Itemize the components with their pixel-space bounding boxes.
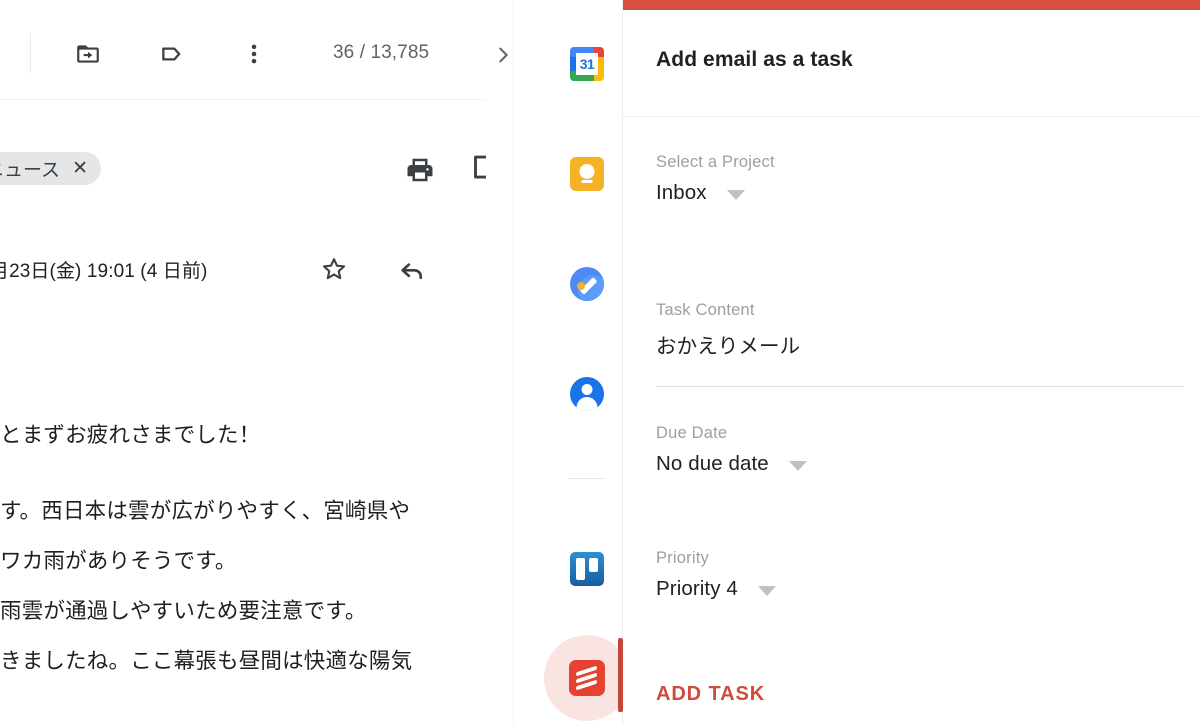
message-body-line: とまずお疲れさまでした！ [0, 423, 261, 447]
open-in-new-icon[interactable] [470, 152, 486, 188]
due-date-value[interactable]: No due date [656, 452, 769, 476]
chevron-down-icon[interactable] [789, 460, 808, 471]
vertical-scrollbar[interactable] [490, 99, 513, 725]
addon-rail: 31 [513, 0, 630, 725]
chevron-down-icon[interactable] [727, 189, 746, 200]
todoist-addon-panel: Add email as a task Select a Project Inb… [618, 0, 1200, 725]
rail-item-trello[interactable] [564, 546, 610, 592]
google-tasks-icon [570, 267, 604, 301]
field-priority: Priority Priority 4 [656, 549, 777, 601]
task-content-underline [656, 386, 1184, 387]
gmail-toolbar: 36 / 13,785 [0, 0, 513, 100]
message-body-line: ワカ雨がありそうです。 [0, 549, 237, 573]
rail-item-google-calendar[interactable]: 31 [564, 41, 610, 87]
google-contacts-icon [570, 377, 604, 411]
more-vert-icon[interactable] [234, 34, 274, 74]
chevron-right-icon[interactable] [498, 44, 512, 66]
label-icon[interactable] [152, 34, 192, 74]
rail-item-todoist[interactable] [564, 655, 610, 701]
field-task-content: Task Content おかえりメール [656, 301, 800, 359]
star-outline-icon[interactable] [314, 252, 354, 286]
field-label: Select a Project [656, 153, 775, 171]
chevron-down-icon[interactable] [758, 585, 777, 596]
print-icon[interactable] [400, 152, 440, 188]
gmail-message-pane: 36 / 13,785 ーニュース ✕ 月23日(金) 19:01 (4 [0, 0, 513, 725]
field-due-date: Due Date No due date [656, 424, 808, 476]
message-body-line: きましたね。ここ幕張も昼間は快適な陽気 [0, 649, 413, 673]
rail-item-google-contacts[interactable] [564, 371, 610, 417]
toolbar-bottom-divider [0, 99, 486, 100]
add-task-button[interactable]: ADD TASK [656, 683, 765, 706]
message-body-line: す。西日本は雲が広がりやすく、宮崎県や [0, 499, 411, 523]
calendar-day-number: 31 [576, 53, 598, 75]
message-date: 月23日(金) 19:01 (4 日前) [0, 261, 208, 282]
screen: 36 / 13,785 ーニュース ✕ 月23日(金) 19:01 (4 [0, 0, 1200, 725]
project-value[interactable]: Inbox [656, 181, 707, 205]
panel-accent-bar [623, 0, 1200, 10]
rail-divider [569, 478, 605, 479]
google-calendar-icon: 31 [570, 47, 604, 81]
message-label-chip-text: ーニュース [0, 160, 61, 181]
message-label-chip[interactable]: ーニュース ✕ [0, 152, 101, 185]
panel-title: Add email as a task [656, 48, 853, 71]
rail-item-google-keep[interactable] [564, 151, 610, 197]
field-label: Task Content [656, 301, 755, 319]
close-icon[interactable]: ✕ [72, 159, 88, 178]
reply-icon[interactable] [392, 252, 432, 286]
rail-item-google-tasks[interactable] [564, 261, 610, 307]
panel-active-indicator [618, 638, 623, 712]
toolbar-divider [30, 33, 31, 73]
field-select-a-project: Select a Project Inbox [656, 153, 775, 205]
message-body-line: 雨雲が通過しやすいため要注意です。 [0, 599, 367, 623]
message-body-spacer [0, 460, 490, 486]
panel-title-divider [623, 116, 1200, 117]
message-body: とまずお疲れさまでした！ す。西日本は雲が広がりやすく、宮崎県や ワカ雨がありそ… [0, 410, 490, 686]
field-label: Priority [656, 549, 709, 567]
trello-icon [570, 552, 604, 586]
move-to-inbox-icon[interactable] [68, 34, 108, 74]
todoist-icon [569, 660, 605, 696]
google-keep-icon [570, 157, 604, 191]
priority-value[interactable]: Priority 4 [656, 577, 738, 601]
message-counter: 36 / 13,785 [333, 42, 430, 63]
field-label: Due Date [656, 424, 728, 442]
task-content-input[interactable]: おかえりメール [656, 329, 800, 359]
